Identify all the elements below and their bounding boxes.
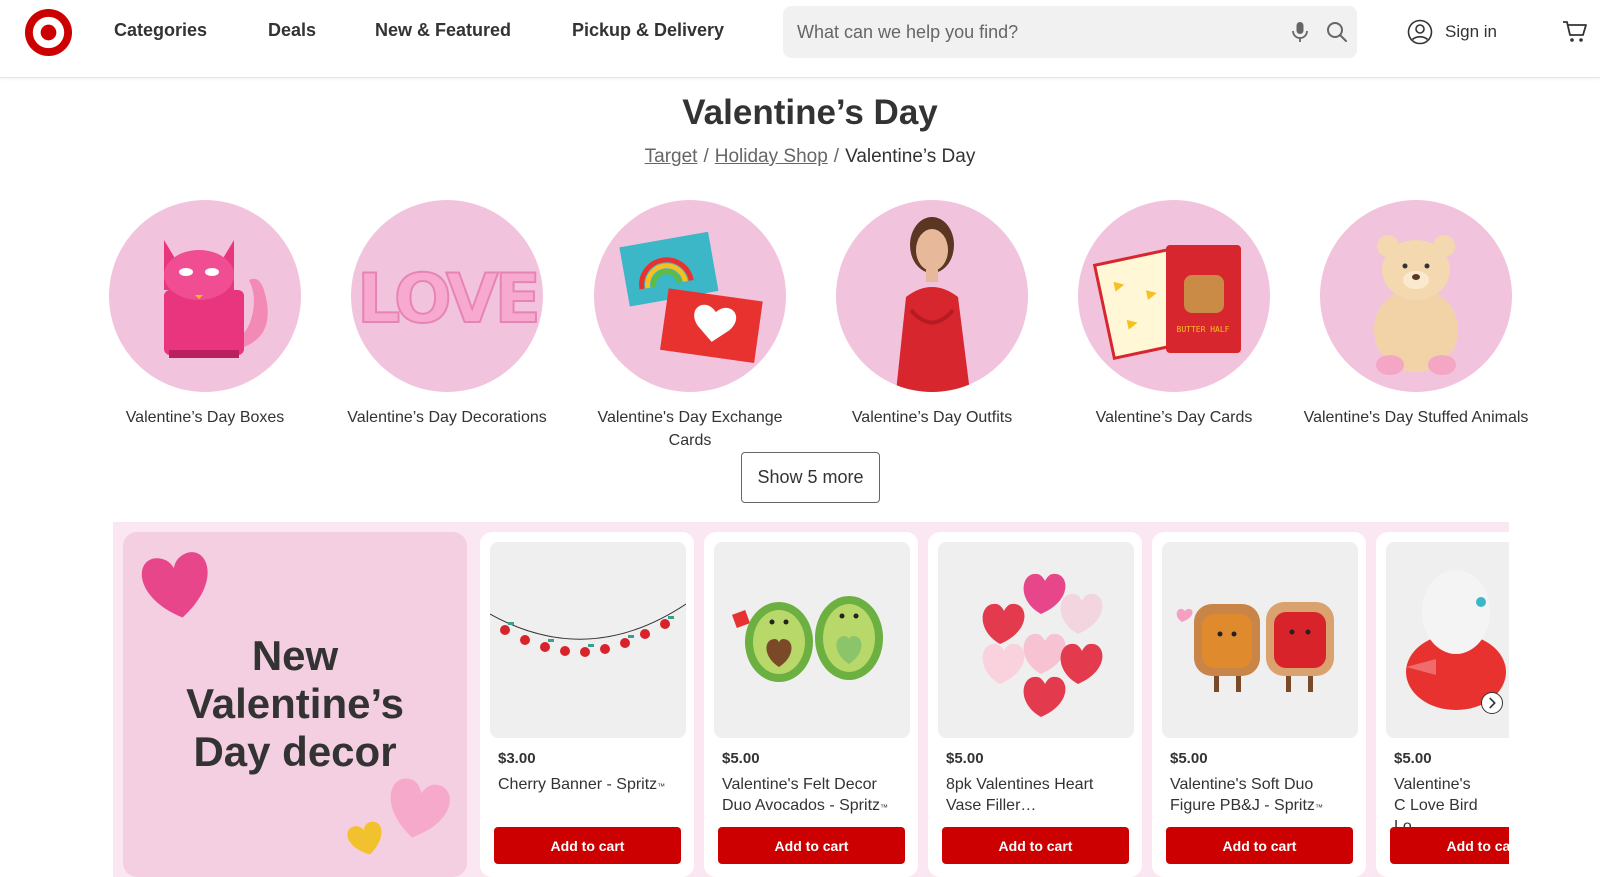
microphone-icon[interactable] xyxy=(1288,20,1312,44)
sign-in-button[interactable]: Sign in xyxy=(1407,18,1497,46)
category-image xyxy=(1320,200,1512,392)
promo-tile[interactable]: New Valentine’s Day decor xyxy=(123,532,467,877)
product-name[interactable]: Cherry Banner - Spritz™ xyxy=(498,774,684,795)
breadcrumb-holiday-shop[interactable]: Holiday Shop xyxy=(715,146,828,167)
category-image: BUTTER HALF xyxy=(1078,200,1270,392)
category-label: Valentine's Day Exchange Cards xyxy=(597,409,783,449)
category-label: Valentine’s Day Outfits xyxy=(851,409,1013,426)
category-label: Valentine's Day Stuffed Animals xyxy=(1303,409,1529,426)
category-cards[interactable]: BUTTER HALF Valentine’s Day Cards xyxy=(1059,200,1289,429)
add-to-cart-button[interactable]: Add to cart xyxy=(718,827,905,864)
category-label: Valentine’s Day Boxes xyxy=(125,409,285,426)
category-image: LOVE xyxy=(351,200,543,392)
category-exchange-cards[interactable]: Valentine's Day Exchange Cards xyxy=(575,200,805,452)
product-price: $5.00 xyxy=(1394,750,1432,767)
account-icon xyxy=(1407,19,1433,45)
nav-new-featured[interactable]: New & Featured xyxy=(375,20,511,41)
heart-icon xyxy=(141,552,208,618)
search-bar xyxy=(783,6,1357,58)
category-image xyxy=(594,200,786,392)
product-image xyxy=(714,542,910,738)
add-to-cart-button[interactable]: Add to cart xyxy=(1166,827,1353,864)
product-name[interactable]: Valentine's Soft Duo Figure PB&J - Sprit… xyxy=(1170,774,1356,816)
page-title: Valentine’s Day xyxy=(682,93,938,132)
cart-icon[interactable] xyxy=(1562,20,1588,44)
site-header: Categories Deals New & Featured Pickup &… xyxy=(0,0,1600,78)
carousel-next-icon[interactable] xyxy=(1481,692,1503,714)
product-image xyxy=(1162,542,1358,738)
product-price: $3.00 xyxy=(498,750,536,767)
category-label: Valentine’s Day Cards xyxy=(1095,409,1253,426)
product-carousel: New Valentine’s Day decor $3.00 Cherry B… xyxy=(113,522,1509,877)
product-card[interactable]: $5.00 Valentine's Soft Duo Figure PB&J -… xyxy=(1152,532,1366,877)
search-input[interactable] xyxy=(797,6,1257,58)
product-name[interactable]: Valentine's Felt Decor Duo Avocados - Sp… xyxy=(722,774,908,816)
heart-icon xyxy=(347,821,382,855)
sign-in-label: Sign in xyxy=(1445,22,1497,41)
svg-text:BUTTER HALF: BUTTER HALF xyxy=(1177,325,1230,334)
product-name[interactable]: 8pk Valentines Heart Vase Filler… xyxy=(946,774,1132,816)
target-logo-icon[interactable] xyxy=(24,8,73,57)
promo-title: New Valentine’s Day decor xyxy=(186,632,404,775)
category-label: Valentine’s Day Decorations xyxy=(347,409,547,426)
heart-icon xyxy=(390,778,450,838)
svg-text:LOVE: LOVE xyxy=(357,260,537,339)
product-card[interactable]: $5.00 Valentine's Felt Decor Duo Avocado… xyxy=(704,532,918,877)
breadcrumb: Target / Holiday Shop / Valentine’s Day xyxy=(644,146,976,167)
product-price: $5.00 xyxy=(722,750,760,767)
category-outfits[interactable]: Valentine’s Day Outfits xyxy=(817,200,1047,429)
breadcrumb-current: Valentine’s Day xyxy=(845,146,976,167)
category-image xyxy=(109,200,301,392)
product-image xyxy=(490,542,686,738)
category-decorations[interactable]: LOVE Valentine’s Day Decorations xyxy=(332,200,562,429)
product-card[interactable]: $3.00 Cherry Banner - Spritz™ Add to car… xyxy=(480,532,694,877)
show-more-button[interactable]: Show 5 more xyxy=(741,452,880,503)
category-image xyxy=(836,200,1028,392)
category-stuffed-animals[interactable]: Valentine's Day Stuffed Animals xyxy=(1301,200,1531,429)
nav-deals[interactable]: Deals xyxy=(268,20,316,41)
nav-categories[interactable]: Categories xyxy=(114,20,207,41)
product-image xyxy=(938,542,1134,738)
nav-pickup-delivery[interactable]: Pickup & Delivery xyxy=(572,20,724,41)
search-icon[interactable] xyxy=(1325,20,1349,44)
breadcrumb-target[interactable]: Target xyxy=(645,146,698,167)
product-price: $5.00 xyxy=(1170,750,1208,767)
product-card[interactable]: $5.00 8pk Valentines Heart Vase Filler… … xyxy=(928,532,1142,877)
add-to-cart-button[interactable]: Add to cart xyxy=(494,827,681,864)
product-price: $5.00 xyxy=(946,750,984,767)
add-to-cart-button[interactable]: Add to cart xyxy=(1390,827,1509,864)
category-boxes[interactable]: Valentine’s Day Boxes xyxy=(90,200,320,429)
add-to-cart-button[interactable]: Add to cart xyxy=(942,827,1129,864)
